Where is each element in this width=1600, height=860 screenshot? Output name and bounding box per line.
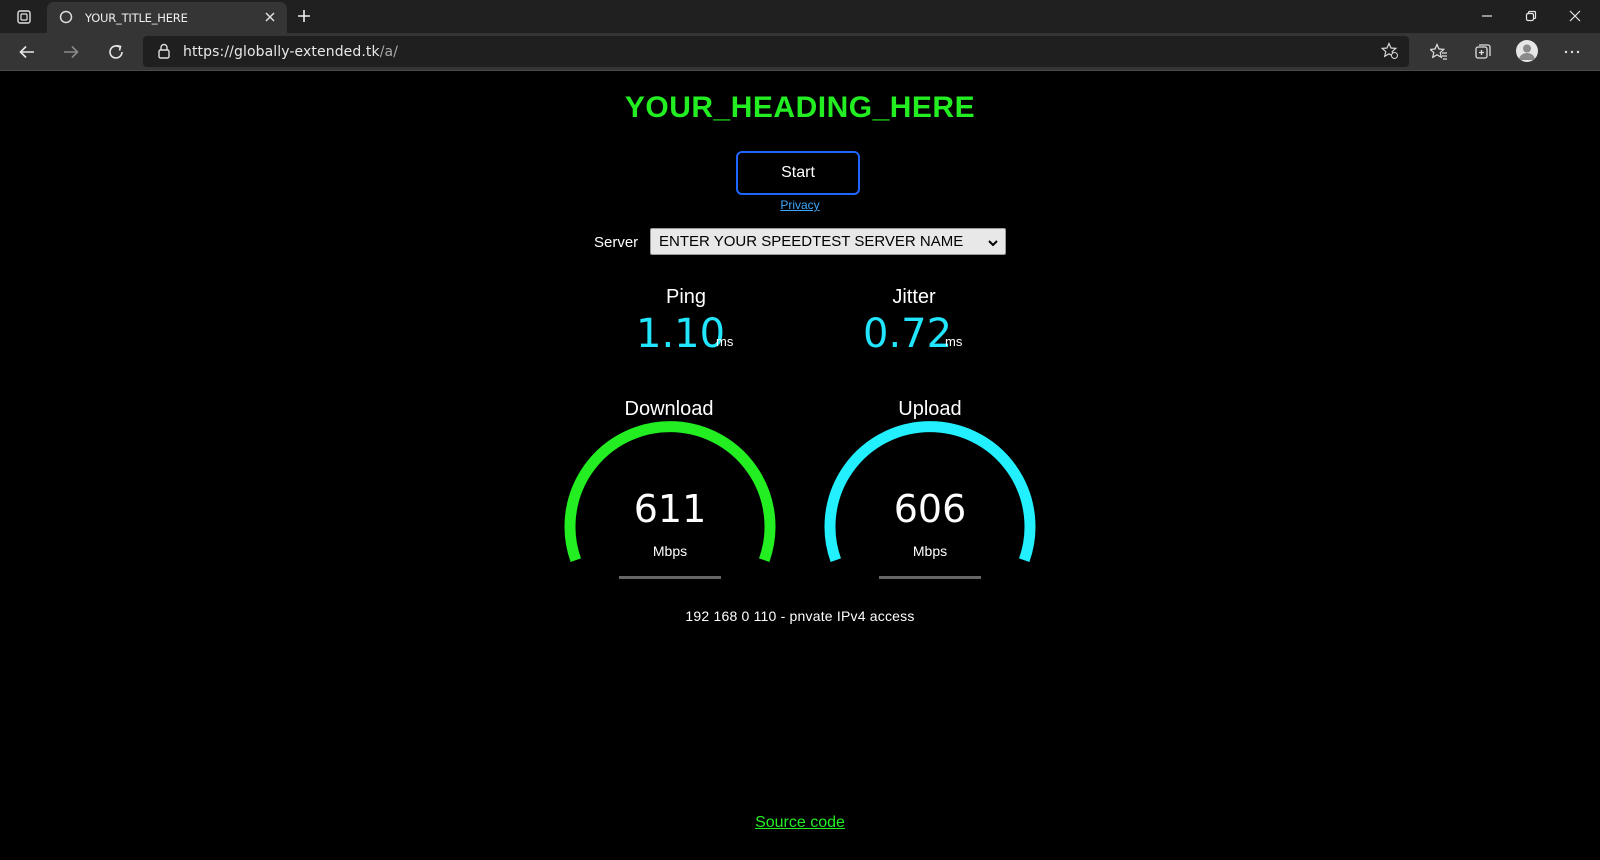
source-code-link-text[interactable]: Source code — [755, 814, 845, 831]
new-tab-button[interactable] — [296, 8, 312, 29]
restore-button[interactable] — [1521, 7, 1541, 25]
ping-value: 1.10 — [636, 311, 726, 357]
minimize-icon — [1482, 15, 1492, 17]
close-window-button[interactable] — [1565, 7, 1585, 25]
start-button[interactable]: Start — [736, 151, 860, 195]
arrow-left-icon — [19, 45, 34, 59]
download-value: 611 — [633, 487, 707, 531]
plus-icon — [298, 10, 310, 22]
restore-icon — [1525, 10, 1537, 22]
close-icon — [1569, 10, 1581, 22]
more-icon — [1564, 50, 1580, 54]
upload-unit: Mbps — [912, 543, 948, 559]
tab-close-icon[interactable] — [263, 10, 277, 29]
server-select[interactable]: ENTER YOUR SPEEDTEST SERVER NAME — [650, 228, 1006, 255]
minimize-button[interactable] — [1477, 7, 1497, 25]
upload-value: 606 — [893, 487, 967, 531]
active-tab[interactable]: YOUR_TITLE_HERE — [47, 2, 287, 33]
add-favorite-icon[interactable] — [1380, 42, 1399, 65]
collections-icon — [1475, 44, 1491, 59]
chevron-down-icon — [987, 236, 999, 253]
refresh-button[interactable] — [105, 41, 127, 63]
favorites-button[interactable] — [1428, 41, 1450, 63]
ping-unit: ms — [716, 334, 734, 349]
tab-bar: YOUR_TITLE_HERE — [0, 0, 1600, 33]
tab-favicon-icon — [59, 10, 73, 29]
download-progress-bar — [619, 576, 721, 579]
arrow-right-icon — [64, 45, 79, 59]
back-button[interactable] — [16, 41, 38, 63]
refresh-icon — [109, 44, 123, 59]
jitter-label: Jitter — [892, 286, 936, 308]
privacy-link: Privacy — [0, 198, 1600, 212]
server-label: Server — [594, 234, 639, 251]
page-heading: YOUR_HEADING_HERE — [624, 91, 976, 124]
download-label: Download — [624, 398, 714, 420]
favorites-icon — [1430, 43, 1447, 60]
jitter-unit: ms — [945, 334, 963, 349]
url-host: https://globally-extended.tk — [183, 44, 380, 60]
download-unit: Mbps — [652, 543, 688, 559]
url-text[interactable]: https://globally-extended.tk/a/ — [183, 44, 398, 60]
source-code-link: Source code — [0, 814, 1600, 832]
speedtest-page: YOUR_HEADING_HERE Start Privacy Server E… — [0, 71, 1600, 860]
upload-label: Upload — [898, 398, 962, 420]
server-selected-value: ENTER YOUR SPEEDTEST SERVER NAME — [659, 233, 964, 250]
forward-button[interactable] — [60, 41, 82, 63]
url-path: /a/ — [379, 44, 399, 60]
privacy-link-text[interactable]: Privacy — [780, 198, 819, 212]
collections-button[interactable] — [1472, 41, 1494, 63]
jitter-value: 0.72 — [863, 311, 953, 357]
tab-actions-icon — [17, 10, 31, 24]
browser-toolbar: https://globally-extended.tk/a/ — [0, 33, 1600, 71]
tab-title: YOUR_TITLE_HERE — [85, 11, 188, 25]
lock-icon[interactable] — [157, 43, 171, 64]
ping-label: Ping — [665, 286, 707, 308]
profile-avatar[interactable] — [1516, 40, 1538, 62]
upload-progress-bar — [879, 576, 981, 579]
tab-actions-button[interactable] — [12, 7, 36, 27]
more-options-button[interactable] — [1561, 41, 1583, 63]
address-bar[interactable]: https://globally-extended.tk/a/ — [143, 36, 1409, 67]
ip-info: 192 168 0 110 - pnvate IPv4 access — [685, 608, 915, 624]
user-icon — [1519, 44, 1535, 60]
